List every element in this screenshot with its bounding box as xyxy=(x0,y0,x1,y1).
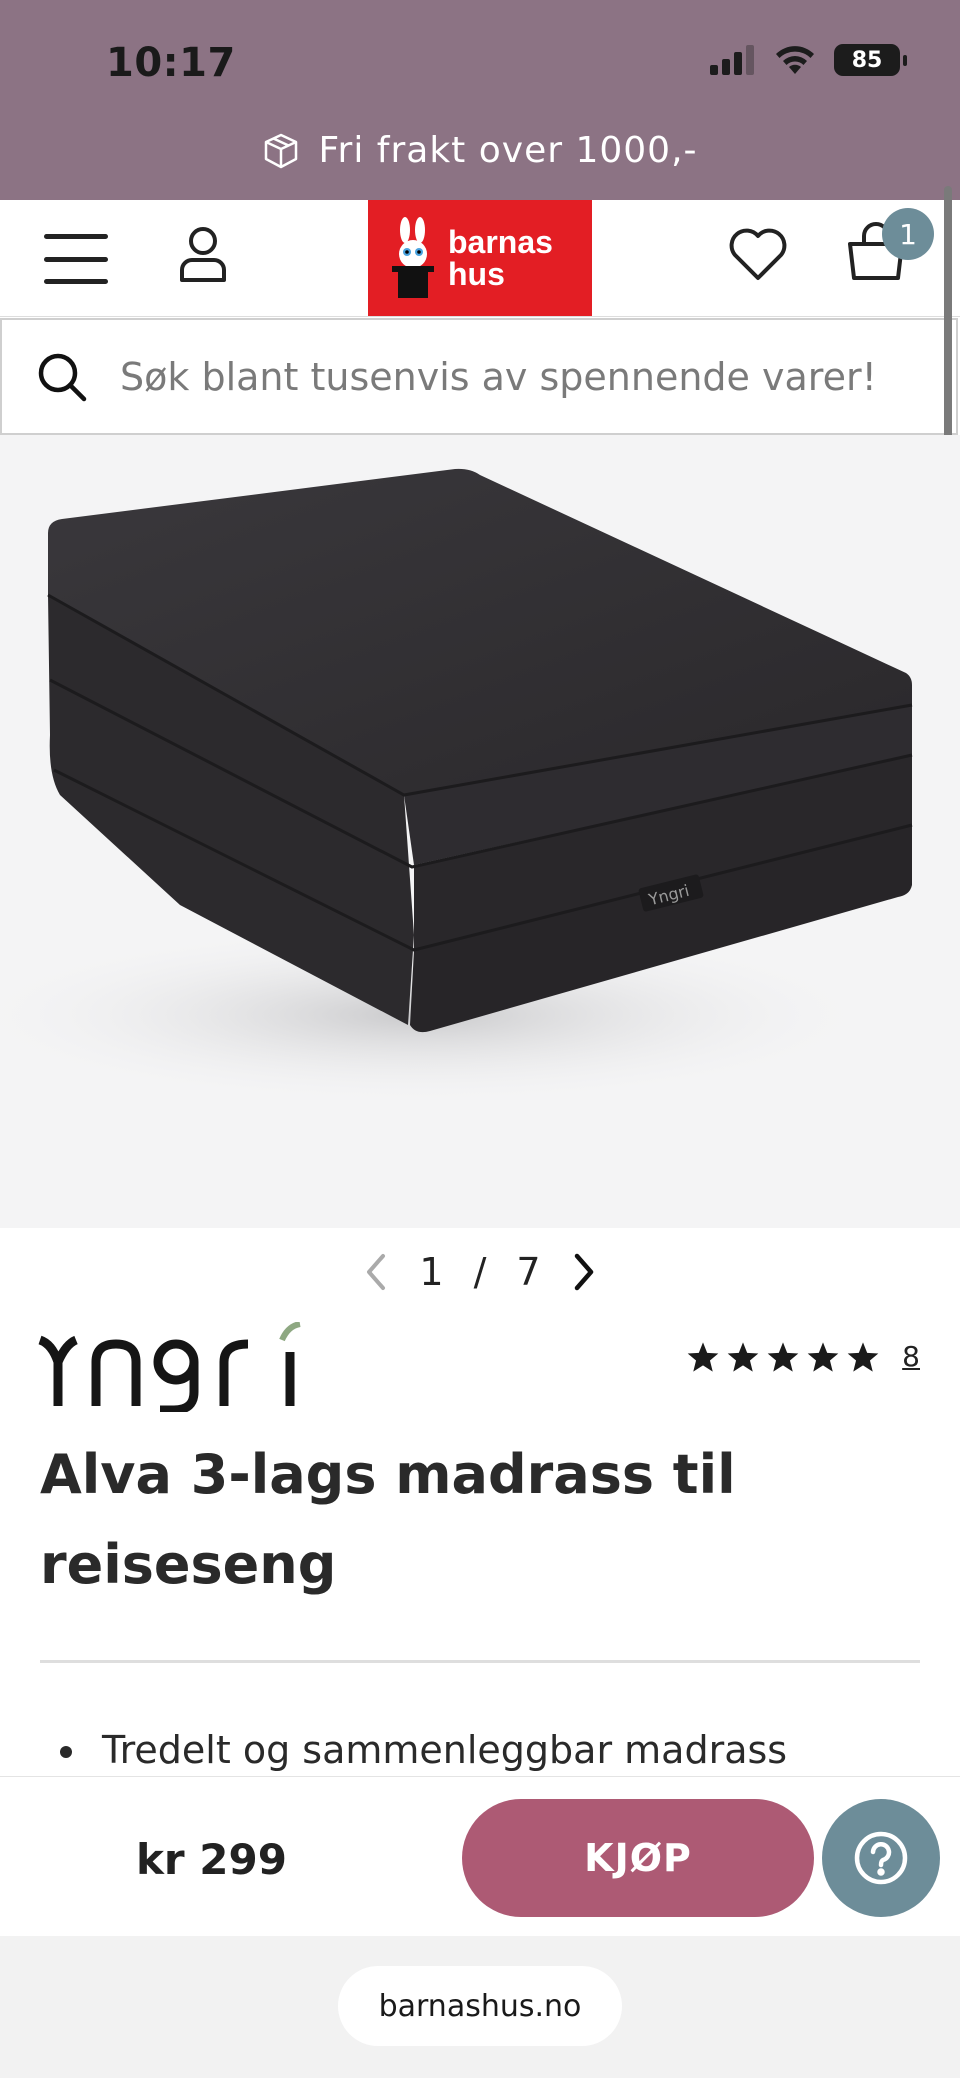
menu-line xyxy=(44,256,108,262)
cart-count-badge: 1 xyxy=(882,208,934,260)
logo-text: barnas hus xyxy=(448,226,553,290)
pager-total: 7 xyxy=(516,1250,541,1294)
buy-button[interactable]: KJØP xyxy=(462,1799,814,1917)
feature-item: Tredelt og sammenleggbar madrass xyxy=(90,1728,787,1772)
signal-icon xyxy=(710,45,754,75)
buy-bar: kr 299 KJØP xyxy=(0,1776,960,1936)
divider xyxy=(40,1660,920,1663)
product-price: kr 299 xyxy=(136,1835,287,1884)
battery-indicator: 85 xyxy=(834,44,907,76)
rating-count[interactable]: 8 xyxy=(902,1340,920,1373)
pager-current: 1 xyxy=(419,1250,444,1294)
browser-bottom-bar: barnashus.no xyxy=(0,1936,960,2078)
question-icon xyxy=(854,1831,908,1885)
brand-logo[interactable] xyxy=(36,1322,306,1412)
menu-line xyxy=(44,234,108,239)
product-title: Alva 3-lags madrass til reiseseng xyxy=(40,1443,736,1596)
pager-separator: / xyxy=(473,1250,487,1294)
top-band: 10:17 85 Fri frakt over 1000,- xyxy=(0,0,960,200)
chevron-right-icon[interactable] xyxy=(571,1252,597,1292)
help-button[interactable] xyxy=(822,1799,940,1917)
star-icon xyxy=(847,1341,879,1372)
browser-url-bar[interactable]: barnashus.no xyxy=(338,1966,622,2046)
wishlist-heart-icon[interactable] xyxy=(728,226,788,282)
star-icon xyxy=(807,1341,839,1372)
star-icon xyxy=(687,1341,719,1372)
wifi-icon xyxy=(776,46,814,74)
product-features: Tredelt og sammenleggbar madrass xyxy=(90,1728,787,1772)
promo-banner: Fri frakt over 1000,- xyxy=(0,130,960,171)
menu-button[interactable] xyxy=(44,234,108,284)
site-logo[interactable]: barnas hus xyxy=(368,200,592,316)
rabbit-hat-icon xyxy=(392,217,434,298)
logo-line2: hus xyxy=(448,256,505,292)
promo-text: Fri frakt over 1000,- xyxy=(318,130,698,171)
search-input[interactable] xyxy=(120,354,920,399)
star-icon xyxy=(727,1341,759,1372)
star-icon xyxy=(767,1341,799,1372)
status-time: 10:17 xyxy=(106,40,236,86)
package-icon xyxy=(265,133,298,168)
account-icon[interactable] xyxy=(178,224,228,284)
status-indicators: 85 xyxy=(710,44,907,76)
image-pager: 1 / 7 xyxy=(0,1250,960,1294)
menu-line xyxy=(44,279,108,284)
product-rating[interactable]: 8 xyxy=(686,1340,920,1373)
mattress-illustration: Yngri xyxy=(0,468,913,1105)
logo-line1: barnas xyxy=(448,224,553,260)
search-bar[interactable] xyxy=(0,318,958,435)
site-header: barnas hus 1 xyxy=(0,200,960,317)
chevron-left-icon[interactable] xyxy=(363,1252,389,1292)
search-icon xyxy=(38,353,87,401)
product-image[interactable]: Yngri xyxy=(0,435,960,1228)
